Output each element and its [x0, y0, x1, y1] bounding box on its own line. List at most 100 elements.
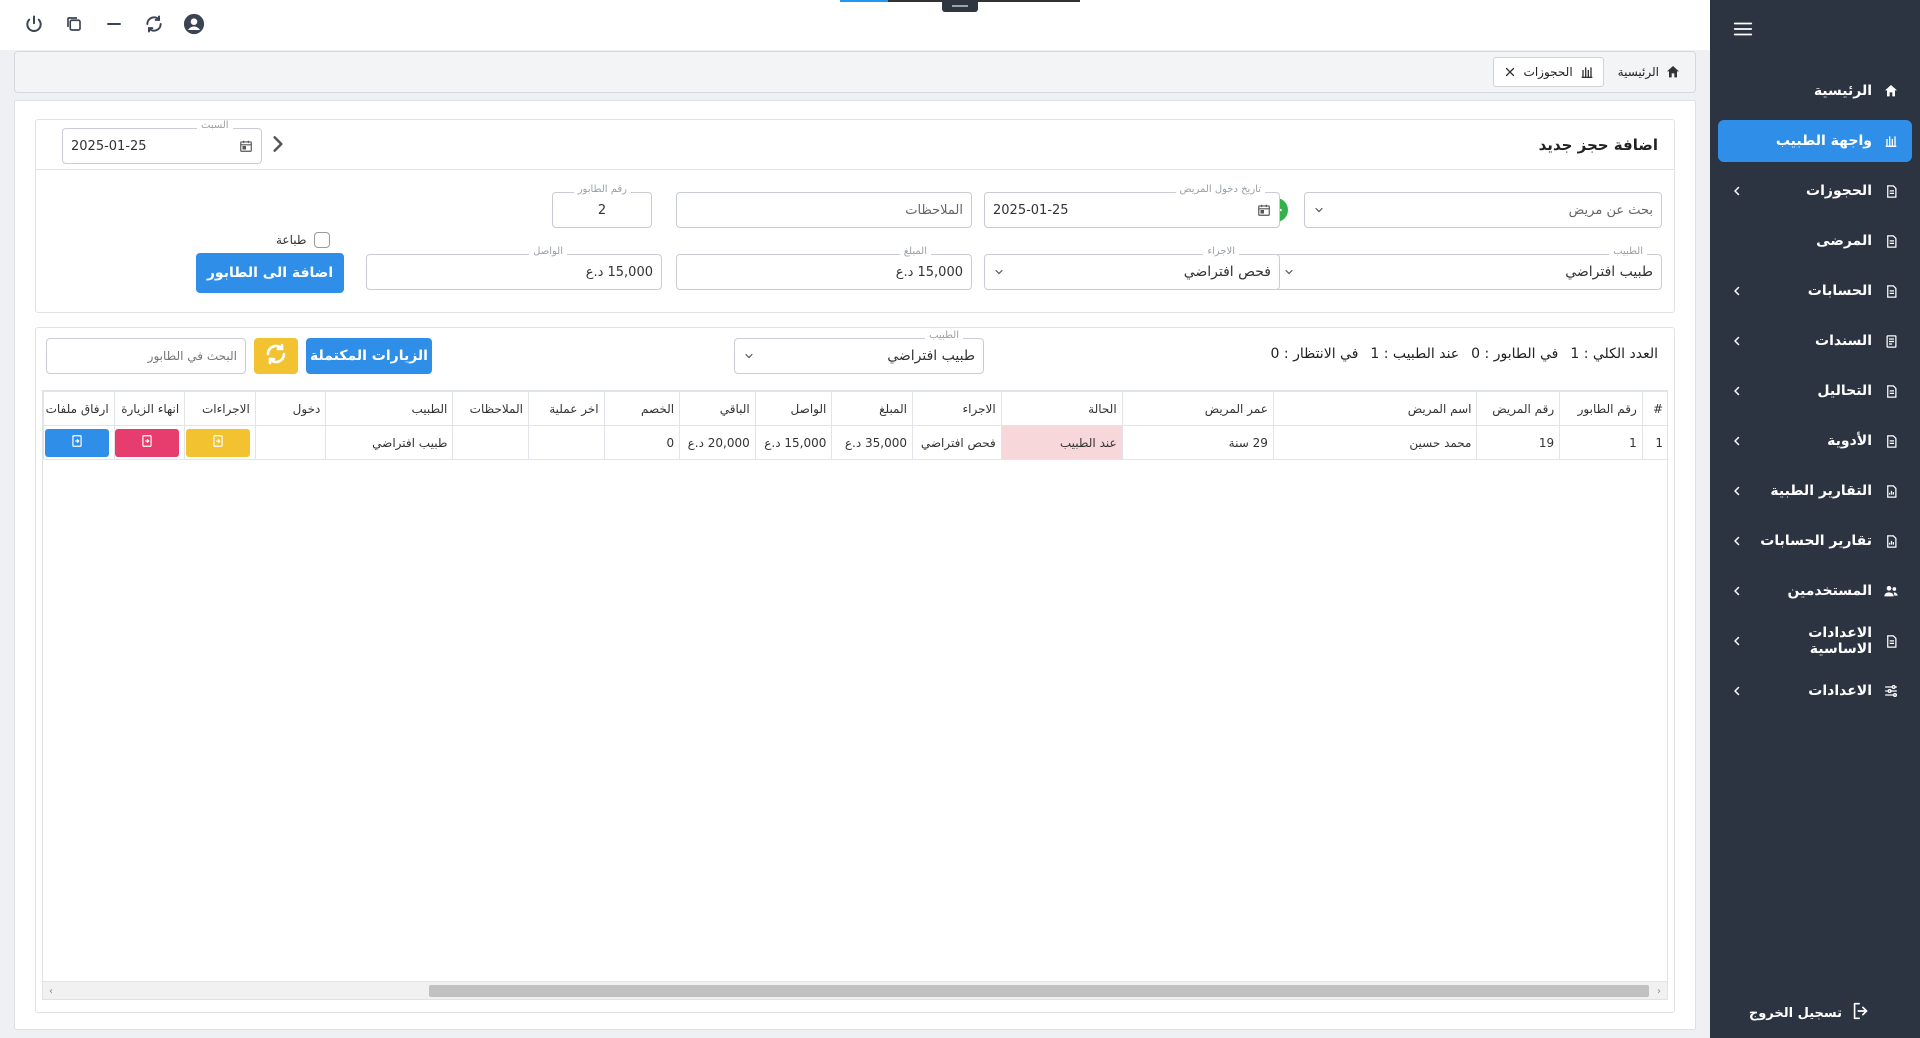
scroll-right-icon[interactable]: › [1653, 985, 1665, 997]
entry-date-field[interactable]: تاريخ دخول المريض 2025-01-25 [984, 184, 1280, 228]
refresh-icon[interactable] [142, 12, 166, 36]
column-header[interactable]: دخول [254, 391, 327, 426]
add-to-queue-button[interactable]: اضافة الى الطابور [196, 253, 344, 293]
doctor-select[interactable]: الطبيب طبيب افتراضي [1274, 246, 1662, 290]
procedure-select[interactable]: الاجراء فحص افتراضي [984, 246, 1280, 290]
column-header[interactable]: الاجراءات [184, 391, 256, 426]
queue-search-input[interactable]: البحث في الطابور [46, 338, 246, 374]
column-header[interactable]: عمر المريض [1121, 391, 1274, 426]
calendar-icon[interactable] [1257, 203, 1271, 217]
sidebar-item-5[interactable]: السندات [1718, 320, 1912, 362]
column-header[interactable]: رقم المريض [1476, 391, 1561, 426]
date-filter-field[interactable]: السبت 2025-01-25 [62, 120, 262, 164]
attach-files-button[interactable] [44, 428, 109, 457]
minimize-icon[interactable] [102, 12, 126, 36]
chevron-left-icon [1730, 184, 1744, 198]
chevron-left-icon [1730, 634, 1744, 648]
column-header[interactable]: الملاحظات [452, 391, 529, 426]
sidebar-item-8[interactable]: التقارير الطبية [1718, 470, 1912, 512]
refresh-icon [264, 342, 288, 370]
power-icon[interactable] [22, 12, 46, 36]
chevron-down-icon [993, 266, 1005, 278]
print-checkbox[interactable]: طباعة [276, 232, 331, 248]
sidebar-item-label: الرئيسية [1813, 83, 1872, 99]
report-icon [1882, 532, 1900, 550]
sidebar-item-4[interactable]: الحسابات [1718, 270, 1912, 312]
restore-window-icon[interactable] [62, 12, 86, 36]
sidebar-item-6[interactable]: التحاليل [1718, 370, 1912, 412]
cell-doctor: طبيب افتراضي [325, 425, 454, 460]
column-header[interactable]: رقم الطابور [1559, 391, 1643, 426]
column-header[interactable]: اسم المريض [1272, 391, 1478, 426]
column-header[interactable]: ارفاق ملفات [43, 391, 115, 426]
sidebar-item-0[interactable]: الرئيسية [1718, 70, 1912, 112]
user-account-icon[interactable] [182, 12, 206, 36]
column-header[interactable]: الطبيب [325, 391, 454, 426]
breadcrumb-tab-label: الحجوزات [1523, 65, 1573, 79]
table-row[interactable]: 1 1 19 محمد حسين 29 سنة عند الطبيب فحص افتراضي… [43, 425, 1667, 460]
queue-doctor-filter[interactable]: الطبيب طبيب افتراضي [734, 330, 984, 374]
calendar-icon[interactable] [239, 139, 253, 153]
column-header[interactable]: الباقي [679, 391, 756, 426]
sidebar-item-label: المرضى [1816, 233, 1872, 249]
refresh-queue-button[interactable] [254, 338, 298, 374]
cell-age: 29 سنة [1121, 425, 1274, 460]
logout-button[interactable]: تسجيل الخروج [1749, 1000, 1872, 1026]
document-icon [211, 434, 225, 451]
sidebar-item-7[interactable]: الأدوية [1718, 420, 1912, 462]
date-filter-label: السبت [197, 120, 233, 131]
column-header[interactable]: الواصل [754, 391, 833, 426]
menu-toggle-icon[interactable] [1732, 18, 1754, 40]
column-header[interactable]: المبلغ [831, 391, 913, 426]
queue-doctor-label: الطبيب [925, 330, 963, 341]
monitor-icon [1882, 132, 1900, 150]
amount-label: المبلغ [899, 246, 931, 257]
breadcrumb-tab-bookings[interactable]: الحجوزات [1492, 57, 1604, 87]
breadcrumb-home-label: الرئيسية [1617, 65, 1659, 79]
count-waiting: في الانتظار : 0 [1270, 346, 1359, 362]
sidebar-item-1[interactable]: واجهة الطبيب [1718, 120, 1912, 162]
document-icon [140, 434, 154, 451]
column-header[interactable]: الحالة [1000, 391, 1123, 426]
notes-input[interactable]: الملاحظات [676, 192, 972, 228]
cell-queue-no: 1 [1559, 425, 1643, 460]
horizontal-scrollbar[interactable]: ‹ › [43, 981, 1667, 999]
received-input[interactable]: الواصل 15,000 د.ع [366, 246, 662, 290]
sidebar-item-11[interactable]: الاعدادات الاساسية [1718, 620, 1912, 662]
end-visit-button[interactable] [115, 428, 180, 457]
queue-number-input[interactable]: رقم الطابور 2 [552, 184, 652, 228]
queue-card: العدد الكلي : 1 في الطابور : 0 عند الطبي… [35, 327, 1675, 1013]
close-icon[interactable] [1502, 64, 1518, 80]
notes-placeholder: الملاحظات [905, 202, 963, 218]
column-header[interactable]: # [1641, 391, 1667, 426]
scrollbar-thumb[interactable] [429, 985, 1649, 997]
column-header[interactable]: الخصم [603, 391, 681, 426]
amount-input[interactable]: المبلغ 15,000 د.ع [676, 246, 972, 290]
sidebar-item-9[interactable]: تقارير الحسابات [1718, 520, 1912, 562]
received-label: الواصل [529, 246, 567, 257]
chevron-left-icon [1730, 584, 1744, 598]
scroll-left-icon[interactable]: ‹ [45, 985, 57, 997]
chevron-right-icon[interactable] [268, 134, 288, 154]
sidebar-item-12[interactable]: الاعدادات [1718, 670, 1912, 712]
monitor-icon [1579, 64, 1595, 80]
table-header-row: # رقم الطابور رقم المريض اسم المريض عمر المر… [43, 391, 1667, 426]
column-header[interactable]: اخر عملية [527, 391, 605, 426]
procedure-label: الاجراء [1203, 246, 1239, 257]
sidebar-item-2[interactable]: الحجوزات [1718, 170, 1912, 212]
procedures-button[interactable] [185, 428, 250, 457]
document-icon [70, 434, 84, 451]
completed-visits-button[interactable]: الزيارات المكتملة [306, 338, 432, 374]
cell-procedure: فحص افتراضي [912, 425, 1002, 460]
column-header[interactable]: انهاء الزيارة [113, 391, 186, 426]
cell-remaining: 20,000 د.ع [679, 425, 756, 460]
sidebar-item-10[interactable]: المستخدمين [1718, 570, 1912, 612]
column-header[interactable]: الاجراء [912, 391, 1002, 426]
drag-handle[interactable] [942, 0, 978, 12]
sidebar-item-3[interactable]: المرضى [1718, 220, 1912, 262]
cell-discount: 0 [603, 425, 681, 460]
patient-search-select[interactable]: بحث عن مريض [1304, 192, 1662, 228]
print-checkbox-box[interactable] [314, 232, 331, 248]
queue-table: # رقم الطابور رقم المريض اسم المريض عمر المر… [42, 390, 1668, 1000]
breadcrumb-home[interactable]: الرئيسية [1610, 57, 1689, 87]
